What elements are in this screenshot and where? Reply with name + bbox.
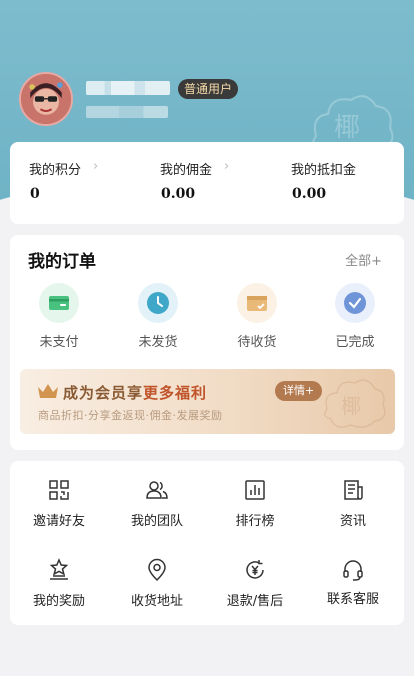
order-label: 已完成 xyxy=(335,335,375,350)
chevron-right-icon: › xyxy=(93,159,99,174)
order-unpaid[interactable]: 未支付 xyxy=(24,283,94,353)
tool-ranking[interactable]: 排行榜 xyxy=(206,478,304,548)
role-badge: 普通用户 xyxy=(178,79,239,99)
avatar-icon xyxy=(21,74,71,124)
order-unshipped[interactable]: 未发货 xyxy=(123,283,193,353)
order-completed[interactable]: 已完成 xyxy=(320,283,390,353)
tool-refund[interactable]: 退款/售后 xyxy=(206,558,304,628)
ranking-icon xyxy=(245,480,265,500)
check-icon xyxy=(335,283,375,323)
news-icon xyxy=(344,480,363,500)
stat-value: 0.00 xyxy=(161,186,196,202)
package-icon xyxy=(237,283,277,323)
banner-title-highlight: 更多福利 xyxy=(143,384,208,402)
stat-value: 0.00 xyxy=(292,186,327,202)
order-label: 未支付 xyxy=(39,335,79,350)
svg-text:椰: 椰 xyxy=(341,394,361,418)
user-id-masked xyxy=(86,106,168,118)
stat-deduction[interactable]: 我的抵扣金 0.00 xyxy=(291,142,401,224)
tool-label: 邀请好友 xyxy=(32,514,85,529)
order-pending-receipt[interactable]: 待收货 xyxy=(222,283,292,353)
tool-label: 排行榜 xyxy=(235,514,275,529)
orders-card: 我的订单 全部+ 未支付 未发货 待收货 已完成 成为会员享更多福利 商品折扣·… xyxy=(10,235,404,450)
cloud-seal-icon: 椰 xyxy=(324,379,386,428)
tool-label: 收货地址 xyxy=(130,594,183,609)
svg-text:椰: 椰 xyxy=(334,113,360,143)
stats-card: 我的积分 › 0 我的佣金 › 0.00 我的抵扣金 0.00 xyxy=(10,142,404,224)
tool-label: 资讯 xyxy=(339,514,366,529)
order-label: 未发货 xyxy=(138,335,178,350)
tool-label: 我的奖励 xyxy=(32,594,85,609)
tools-card: 邀请好友 我的团队 排行榜 资讯 我的奖励 收货地址 退款/售后 联系客服 xyxy=(10,461,404,625)
qr-code-icon xyxy=(49,480,69,500)
location-icon xyxy=(148,558,166,582)
tool-label: 我的团队 xyxy=(130,514,183,529)
stat-label: 我的抵扣金 xyxy=(291,163,357,178)
refund-icon xyxy=(246,560,264,579)
orders-title: 我的订单 xyxy=(28,252,96,272)
banner-title-prefix: 成为会员享 xyxy=(63,384,144,402)
tool-my-team[interactable]: 我的团队 xyxy=(108,478,206,548)
order-label: 待收货 xyxy=(237,335,277,350)
wallet-icon xyxy=(39,283,79,323)
tool-my-rewards[interactable]: 我的奖励 xyxy=(10,558,108,628)
username-masked xyxy=(86,81,170,95)
banner-detail-button[interactable]: 详情+ xyxy=(275,381,323,401)
tool-news[interactable]: 资讯 xyxy=(304,478,402,548)
stat-commission[interactable]: 我的佣金 › 0.00 xyxy=(160,142,280,224)
banner-subtitle: 商品折扣·分享金返现·佣金·发展奖励 xyxy=(38,409,223,422)
orders-all-link[interactable]: 全部+ xyxy=(345,250,382,269)
team-icon xyxy=(146,481,168,499)
headset-icon xyxy=(343,560,363,581)
award-icon xyxy=(49,558,69,580)
banner-title: 成为会员享更多福利 xyxy=(63,382,207,403)
tool-customer-service[interactable]: 联系客服 xyxy=(304,558,402,628)
chevron-right-icon: › xyxy=(224,159,230,174)
stat-label: 我的佣金 xyxy=(160,163,213,178)
tool-shipping-address[interactable]: 收货地址 xyxy=(108,558,206,628)
membership-banner[interactable]: 成为会员享更多福利 商品折扣·分享金返现·佣金·发展奖励 详情+ 椰 xyxy=(20,369,395,434)
crown-icon xyxy=(38,384,58,398)
tool-label: 退款/售后 xyxy=(226,594,284,609)
stat-value: 0 xyxy=(30,186,40,202)
stat-label: 我的积分 xyxy=(29,163,82,178)
tool-label: 联系客服 xyxy=(326,592,379,607)
tool-invite-friends[interactable]: 邀请好友 xyxy=(10,478,108,548)
avatar[interactable] xyxy=(19,72,73,126)
stat-points[interactable]: 我的积分 › 0 xyxy=(29,142,149,224)
clock-icon xyxy=(138,283,178,323)
